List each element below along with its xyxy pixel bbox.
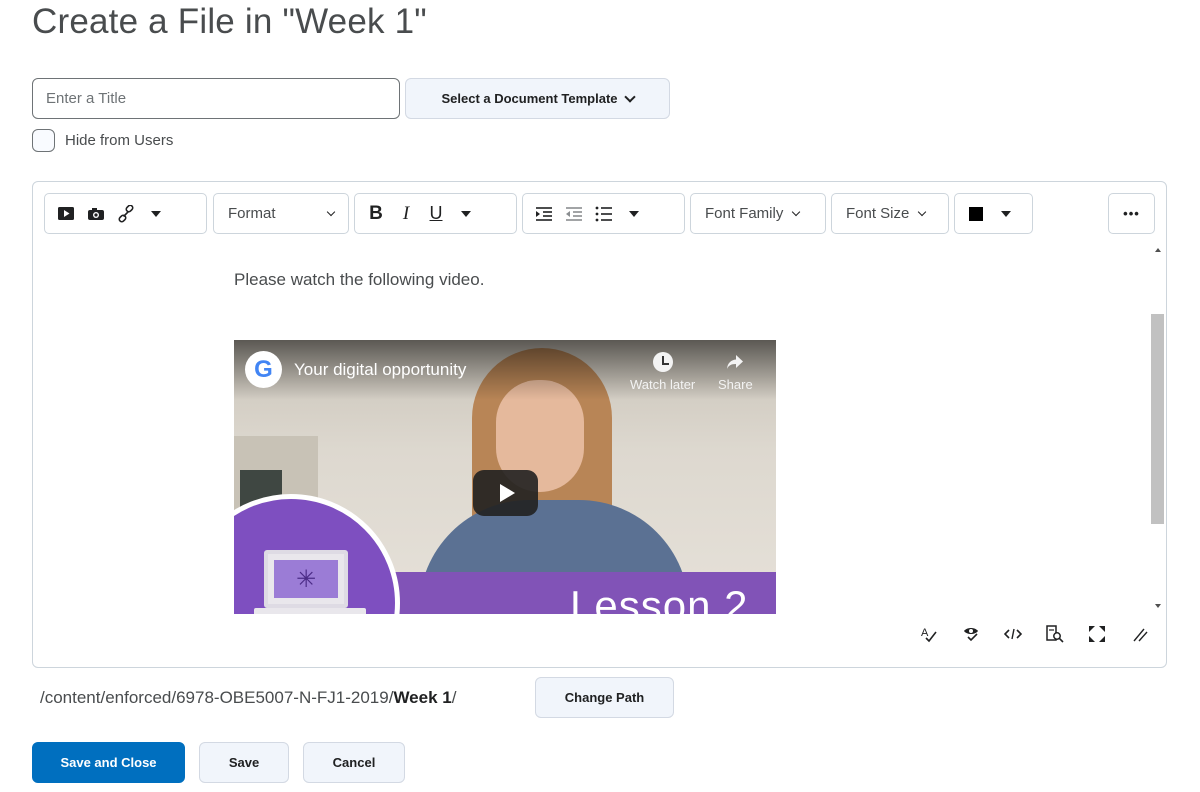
file-path: /content/enforced/6978-OBE5007-N-FJ1-201… [40, 677, 456, 718]
caret-down-icon [461, 210, 471, 217]
page-title: Create a File in "Week 1" [32, 2, 427, 41]
text-color-picker[interactable] [954, 193, 1033, 234]
italic-button[interactable]: I [391, 199, 421, 229]
format-label: Format [228, 205, 276, 222]
insert-more-button[interactable] [141, 199, 171, 229]
clock-icon [652, 352, 673, 372]
more-options-button[interactable]: ••• [1108, 193, 1155, 234]
bullet-list-icon [595, 206, 612, 221]
embedded-video[interactable]: ✳ Lesson 2 G Your digital opportunity Wa… [234, 340, 776, 614]
svg-text:A: A [921, 627, 929, 639]
hide-from-users-checkbox[interactable] [32, 129, 55, 152]
chevron-down-icon [792, 207, 801, 216]
google-logo-icon[interactable]: G [245, 351, 282, 388]
laptop-graphic: ✳ [264, 550, 348, 608]
video-title[interactable]: Your digital opportunity [294, 360, 466, 380]
chevron-down-icon [918, 207, 927, 216]
caret-down-icon [629, 210, 639, 217]
text-color-swatch [969, 206, 983, 221]
html-editor: Format B I U Font Family Font Size ••• P… [32, 181, 1167, 668]
document-template-button[interactable]: Select a Document Template [405, 78, 670, 119]
underline-button[interactable]: U [421, 199, 451, 229]
watch-later-label: Watch later [630, 377, 696, 392]
text-style-more-button[interactable] [451, 199, 481, 229]
preview-icon[interactable] [1044, 625, 1066, 647]
source-code-icon[interactable] [1002, 625, 1024, 647]
link-icon [118, 204, 134, 223]
insert-video-button[interactable] [51, 199, 81, 229]
insert-link-button[interactable] [111, 199, 141, 229]
save-button[interactable]: Save [199, 742, 289, 783]
caret-down-icon [1001, 210, 1011, 217]
share-icon [727, 355, 744, 369]
toolbar-text-style-group: B I U [354, 193, 517, 234]
caret-down-icon [151, 210, 161, 217]
toolbar-paragraph-group [522, 193, 685, 234]
file-path-folder: Week 1 [393, 687, 452, 707]
format-select[interactable]: Format [213, 193, 349, 234]
outdent-icon [566, 206, 582, 221]
scrollbar-thumb[interactable] [1151, 314, 1164, 524]
chevron-down-icon [623, 90, 636, 103]
video-overlay-text: Lesson 2 [570, 582, 749, 614]
text-color-button[interactable] [961, 199, 991, 229]
spellcheck-icon[interactable]: A [918, 625, 940, 647]
share-button[interactable]: Share [718, 352, 753, 392]
title-input[interactable] [32, 78, 400, 119]
scroll-up-icon[interactable] [1155, 248, 1161, 252]
font-size-select[interactable]: Font Size [831, 193, 949, 234]
editor-content[interactable]: Please watch the following video. ✳ Less… [33, 244, 1150, 614]
file-path-suffix: / [451, 687, 457, 707]
cancel-button[interactable]: Cancel [303, 742, 405, 783]
play-button[interactable] [473, 470, 538, 516]
toolbar-insert-group [44, 193, 207, 234]
outdent-button[interactable] [559, 199, 589, 229]
save-and-close-button[interactable]: Save and Close [32, 742, 185, 783]
text-color-more-button[interactable] [991, 199, 1021, 229]
indent-button[interactable] [529, 199, 559, 229]
scroll-down-icon[interactable] [1155, 604, 1161, 608]
bullet-list-button[interactable] [589, 199, 619, 229]
accessibility-check-icon[interactable] [960, 625, 982, 647]
resize-handle-icon[interactable] [1128, 625, 1150, 647]
hide-from-users-row: Hide from Users [32, 129, 173, 152]
file-path-prefix: /content/enforced/6978-OBE5007-N-FJ1-201… [40, 687, 394, 707]
editor-intro-text: Please watch the following video. [234, 270, 485, 289]
chevron-down-icon [326, 207, 336, 216]
share-label: Share [718, 377, 753, 392]
editor-scrollbar[interactable] [1150, 244, 1167, 614]
bold-button[interactable]: B [361, 199, 391, 229]
fullscreen-icon[interactable] [1086, 625, 1108, 647]
editor-status-bar: A [918, 625, 1150, 647]
more-options-icon: ••• [1123, 206, 1140, 221]
indent-icon [536, 206, 552, 221]
play-icon [500, 484, 515, 502]
font-family-label: Font Family [705, 205, 784, 222]
hide-from-users-label[interactable]: Hide from Users [65, 132, 173, 149]
change-path-button[interactable]: Change Path [535, 677, 674, 718]
paragraph-more-button[interactable] [619, 199, 649, 229]
watch-later-button[interactable]: Watch later [630, 352, 695, 392]
video-icon [58, 207, 74, 220]
font-size-label: Font Size [846, 205, 910, 222]
insert-image-button[interactable] [81, 199, 111, 229]
font-family-select[interactable]: Font Family [690, 193, 826, 234]
document-template-label: Select a Document Template [441, 91, 618, 106]
camera-icon [88, 207, 104, 220]
